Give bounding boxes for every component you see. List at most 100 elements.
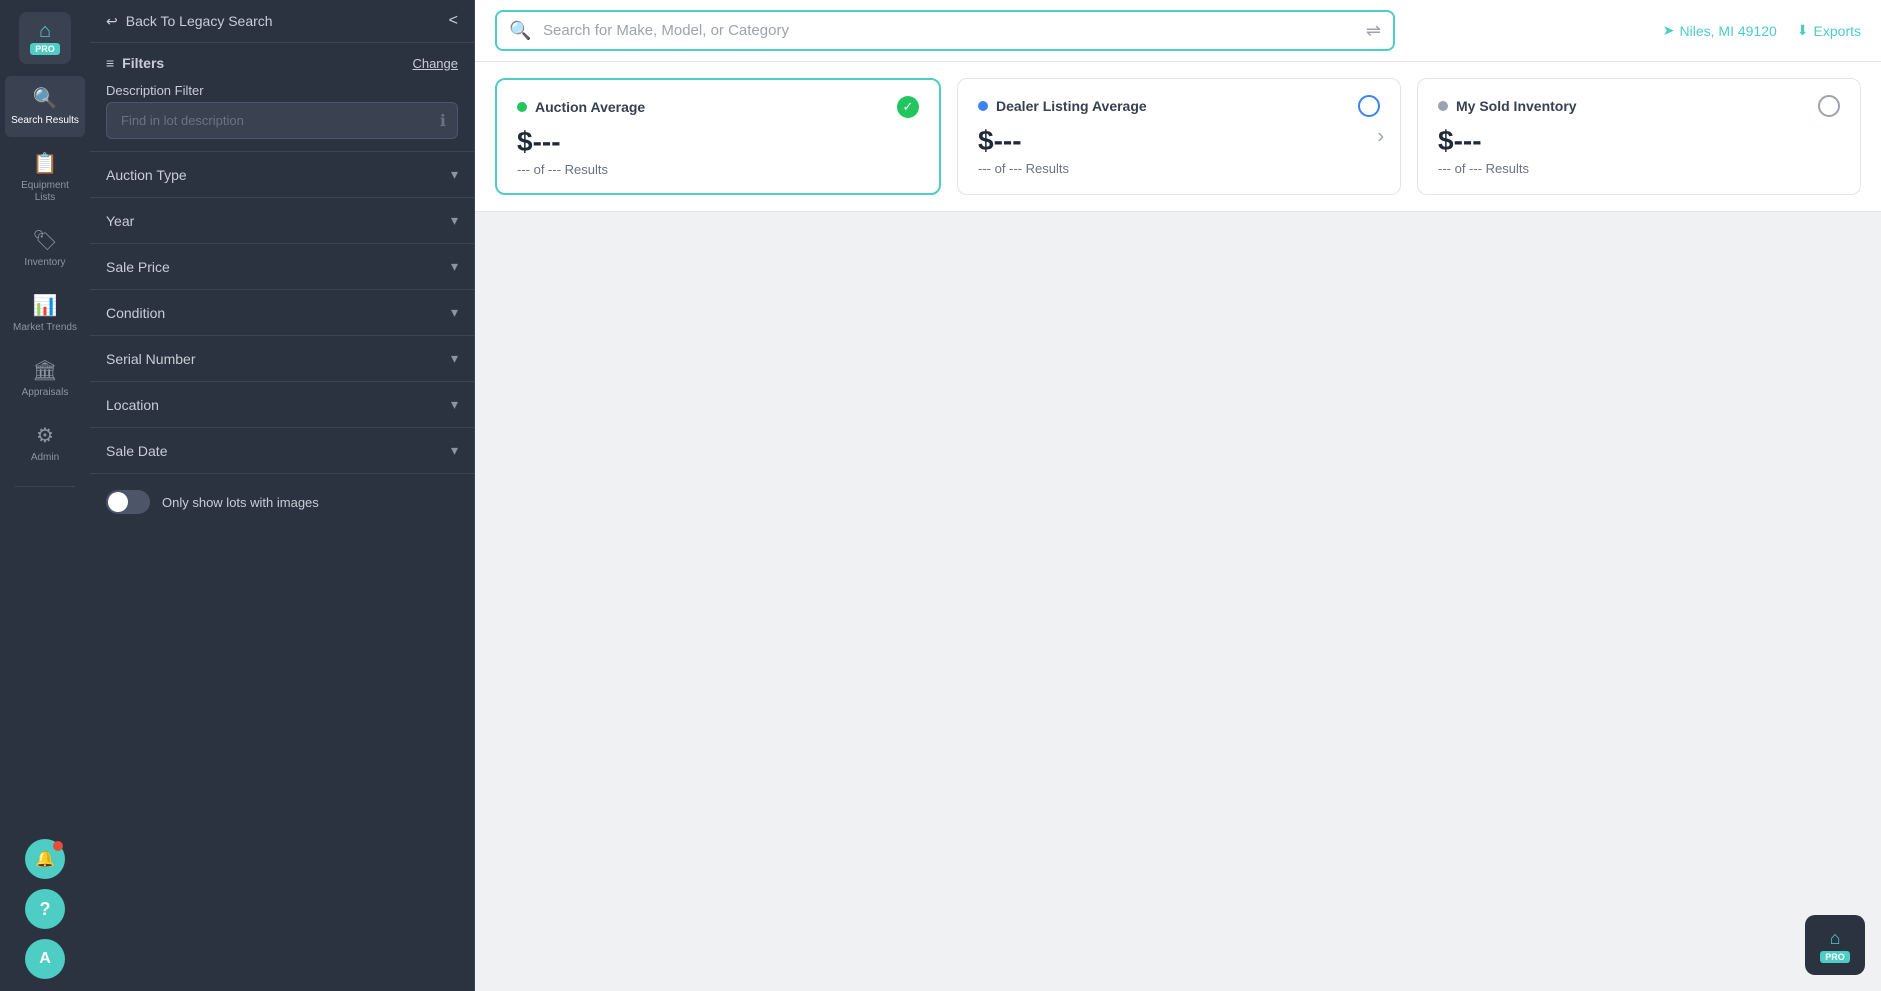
- auction-average-label: Auction Average: [535, 99, 645, 115]
- my-sold-inventory-results: --- of --- Results: [1438, 161, 1840, 176]
- description-filter-wrap: ℹ: [106, 102, 458, 139]
- filter-section-year: Year ▾: [90, 197, 474, 243]
- sidebar-item-search-results[interactable]: 🔍 Search Results: [5, 76, 85, 137]
- notifications-button[interactable]: 🔔: [25, 839, 65, 879]
- sidebar-item-label: Appraisals: [22, 387, 69, 399]
- pro-corner-badge: PRO: [1820, 951, 1850, 963]
- location-icon: ➤: [1663, 22, 1675, 39]
- filter-panel-header: ↩ Back To Legacy Search <: [90, 0, 474, 43]
- auction-average-card[interactable]: Auction Average ✓ $--- --- of --- Result…: [495, 78, 941, 195]
- filter-section-year-header[interactable]: Year ▾: [90, 198, 474, 243]
- logo[interactable]: ⌂ PRO: [19, 12, 71, 64]
- card-title: Auction Average: [517, 99, 645, 115]
- collapse-panel-button[interactable]: <: [449, 12, 458, 30]
- chevron-down-icon: ▾: [451, 166, 458, 183]
- main-search-input[interactable]: [495, 10, 1395, 51]
- card-header: Dealer Listing Average: [978, 95, 1380, 117]
- circle-icon: [1818, 95, 1840, 117]
- circle-icon: [1358, 95, 1380, 117]
- filter-sliders-icon[interactable]: ⇌: [1366, 20, 1381, 41]
- sidebar-item-appraisals[interactable]: 🏛 Appraisals: [5, 348, 85, 409]
- my-sold-inventory-card[interactable]: My Sold Inventory $--- --- of --- Result…: [1417, 78, 1861, 195]
- location-label: Location: [106, 397, 159, 413]
- sidebar-item-equipment-lists[interactable]: 📋 Equipment Lists: [5, 141, 85, 214]
- filter-section-sale-price: Sale Price ▾: [90, 243, 474, 289]
- top-bar: 🔍 ⇌ ➤ Niles, MI 49120 ⬇ Exports: [475, 0, 1881, 62]
- chevron-down-icon: ▾: [451, 212, 458, 229]
- pro-corner-logo-icon: ⌂: [1830, 928, 1841, 949]
- my-sold-inventory-label: My Sold Inventory: [1456, 98, 1577, 114]
- gray-dot-icon: [1438, 101, 1448, 111]
- filter-section-auction-type-header[interactable]: Auction Type ▾: [90, 152, 474, 197]
- back-button-label: Back To Legacy Search: [126, 13, 273, 29]
- sidebar-item-inventory[interactable]: 🏷 Inventory: [5, 218, 85, 279]
- filter-icon: ≡: [106, 55, 114, 71]
- results-area: [475, 212, 1881, 991]
- sidebar-nav: ⌂ PRO 🔍 Search Results 📋 Equipment Lists…: [0, 0, 90, 991]
- sidebar-item-label: Admin: [31, 452, 59, 464]
- help-icon: ?: [40, 899, 51, 920]
- location-value: Niles, MI 49120: [1680, 23, 1777, 39]
- help-button[interactable]: ?: [25, 889, 65, 929]
- nav-bottom: 🔔 ? A: [25, 839, 65, 979]
- location-display[interactable]: ➤ Niles, MI 49120: [1663, 22, 1777, 39]
- green-dot-icon: [517, 102, 527, 112]
- card-title: My Sold Inventory: [1438, 98, 1577, 114]
- sidebar-item-admin[interactable]: ⚙ Admin: [5, 413, 85, 474]
- filter-section-auction-type: Auction Type ▾: [90, 151, 474, 197]
- description-info-icon[interactable]: ℹ: [440, 111, 446, 131]
- sidebar-item-label: Search Results: [11, 115, 79, 127]
- inventory-icon: 🏷: [32, 228, 57, 253]
- dealer-listing-average-results: --- of --- Results: [978, 161, 1380, 176]
- filter-section-location-header[interactable]: Location ▾: [90, 382, 474, 427]
- bell-icon: 🔔: [35, 849, 55, 869]
- card-header: My Sold Inventory: [1438, 95, 1840, 117]
- cards-row: Auction Average ✓ $--- --- of --- Result…: [475, 62, 1881, 212]
- admin-icon: ⚙: [36, 423, 54, 448]
- images-toggle-label: Only show lots with images: [162, 495, 319, 510]
- equipment-lists-icon: 📋: [33, 151, 58, 176]
- sidebar-item-market-trends[interactable]: 📊 Market Trends: [5, 283, 85, 344]
- condition-label: Condition: [106, 305, 165, 321]
- user-avatar[interactable]: A: [25, 939, 65, 979]
- search-input-wrap: 🔍 ⇌: [495, 10, 1395, 51]
- images-toggle[interactable]: [106, 490, 150, 514]
- filter-title-row: ≡ Filters Change: [90, 43, 474, 77]
- avatar-label: A: [39, 950, 51, 968]
- card-header: Auction Average ✓: [517, 96, 919, 118]
- dealer-listing-average-card[interactable]: Dealer Listing Average $--- --- of --- R…: [957, 78, 1401, 195]
- main-content: 🔍 ⇌ ➤ Niles, MI 49120 ⬇ Exports Auction …: [475, 0, 1881, 991]
- top-bar-right: ➤ Niles, MI 49120 ⬇ Exports: [1663, 22, 1861, 39]
- filter-section-sale-price-header[interactable]: Sale Price ▾: [90, 244, 474, 289]
- chevron-down-icon: ▾: [451, 258, 458, 275]
- dealer-listing-average-label: Dealer Listing Average: [996, 98, 1147, 114]
- pro-badge-corner[interactable]: ⌂ PRO: [1805, 915, 1865, 975]
- auction-type-label: Auction Type: [106, 167, 187, 183]
- back-arrow-icon: ↩: [106, 13, 118, 30]
- download-icon: ⬇: [1797, 22, 1809, 39]
- export-button[interactable]: ⬇ Exports: [1797, 22, 1861, 39]
- dealer-listing-average-price: $---: [978, 125, 1380, 157]
- filter-section-sale-date-header[interactable]: Sale Date ▾: [90, 428, 474, 473]
- filter-section-condition-header[interactable]: Condition ▾: [90, 290, 474, 335]
- market-trends-icon: 📊: [33, 293, 58, 318]
- search-icon: 🔍: [33, 86, 58, 111]
- search-icon: 🔍: [509, 20, 531, 41]
- filter-panel: ↩ Back To Legacy Search < ≡ Filters Chan…: [90, 0, 475, 991]
- auction-average-results: --- of --- Results: [517, 162, 919, 177]
- description-filter-input[interactable]: [106, 102, 458, 139]
- serial-number-label: Serial Number: [106, 351, 195, 367]
- year-label: Year: [106, 213, 134, 229]
- pro-badge: PRO: [30, 43, 60, 55]
- export-label: Exports: [1814, 23, 1861, 39]
- auction-average-price: $---: [517, 126, 919, 158]
- logo-icon: ⌂: [39, 21, 51, 41]
- chevron-down-icon: ▾: [451, 304, 458, 321]
- back-to-legacy-button[interactable]: ↩ Back To Legacy Search: [106, 13, 273, 30]
- change-filters-link[interactable]: Change: [412, 56, 458, 71]
- chevron-right-icon[interactable]: ›: [1377, 125, 1384, 148]
- filter-section-serial-number-header[interactable]: Serial Number ▾: [90, 336, 474, 381]
- sidebar-item-label: Inventory: [24, 257, 65, 269]
- filter-section-location: Location ▾: [90, 381, 474, 427]
- sale-price-label: Sale Price: [106, 259, 170, 275]
